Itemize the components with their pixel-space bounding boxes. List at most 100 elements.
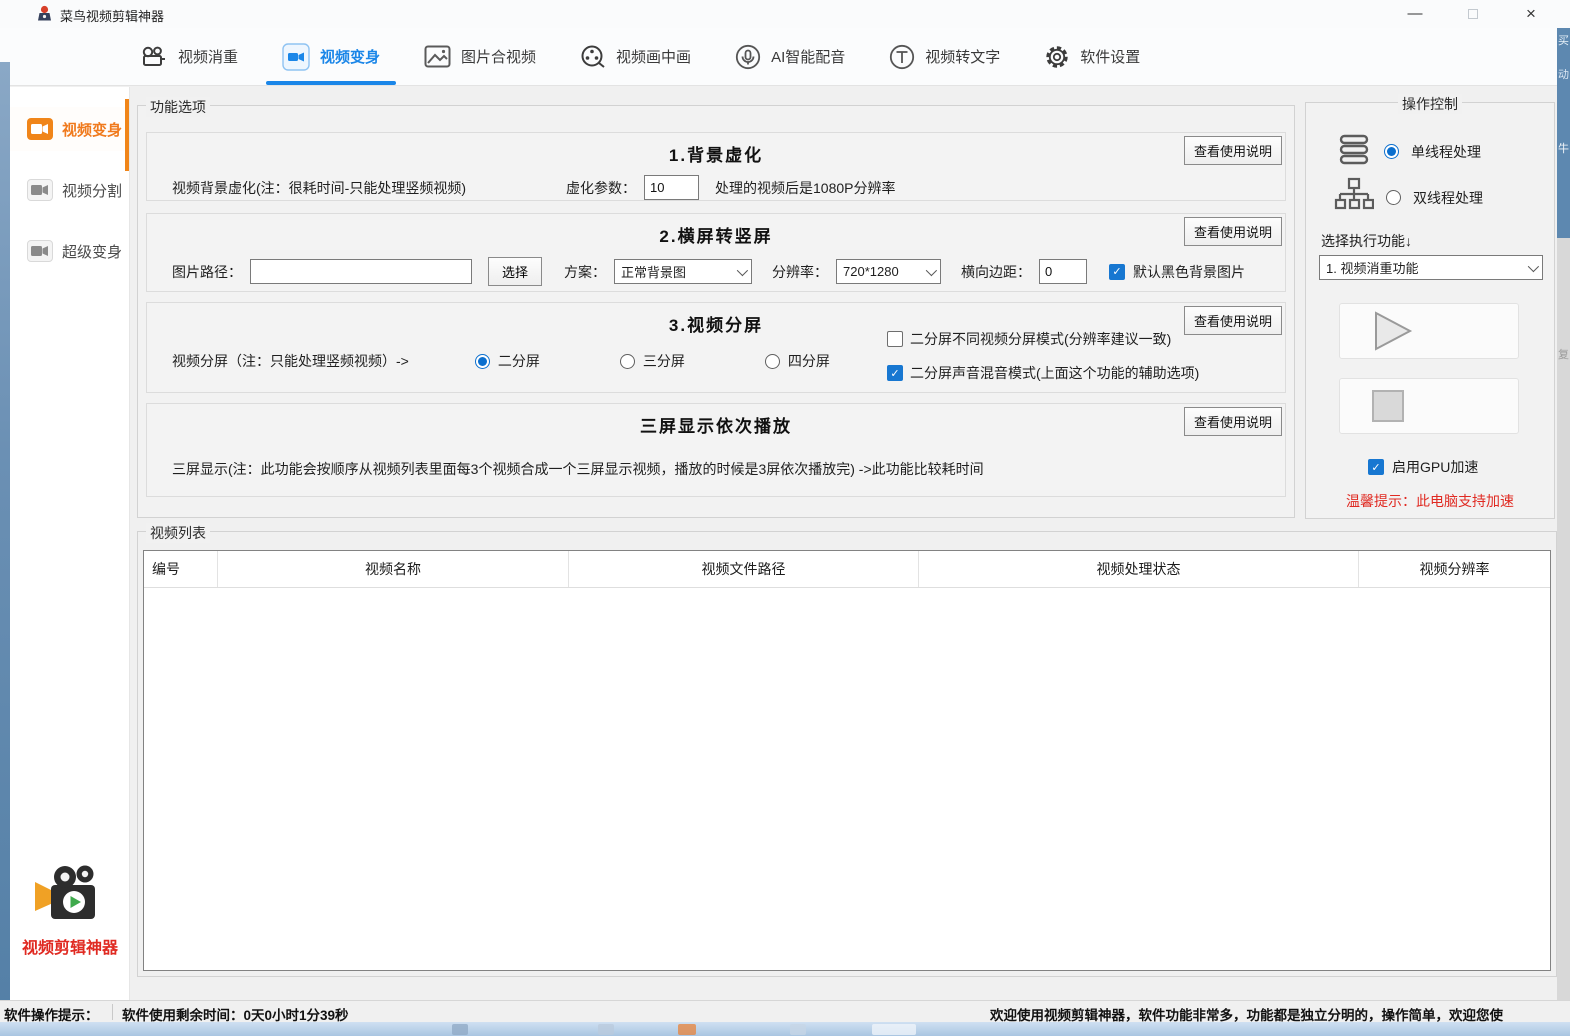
- resolution-label: 分辨率：: [772, 262, 828, 282]
- movie-camera-icon: [140, 45, 168, 69]
- margin-label: 横向边距：: [961, 262, 1031, 282]
- tab-video-transform[interactable]: 视频变身: [260, 29, 402, 85]
- letter-t-circle-icon: [889, 44, 915, 70]
- tab-video-dedup[interactable]: 视频消重: [118, 29, 260, 85]
- active-tab-underline: [266, 81, 396, 85]
- minimize-button[interactable]: —: [1392, 0, 1438, 28]
- tab-video-to-text[interactable]: 视频转文字: [867, 29, 1022, 85]
- help-button[interactable]: 查看使用说明: [1184, 217, 1282, 246]
- three-split-label: 三分屏: [643, 351, 685, 371]
- four-split-label: 四分屏: [788, 351, 830, 371]
- different-video-split-checkbox[interactable]: [887, 331, 903, 347]
- taskbar-icon: [790, 1024, 806, 1035]
- tab-ai-dubbing[interactable]: AI智能配音: [713, 29, 867, 85]
- chevron-down-icon: [737, 264, 748, 275]
- help-button[interactable]: 查看使用说明: [1184, 306, 1282, 335]
- desktop-left-edge: [0, 62, 10, 1036]
- splitscreen-note-label: 视频分屏（注：只能处理竖频视频）->: [172, 351, 409, 371]
- edge-text-fragment: 复: [1557, 346, 1570, 362]
- edge-text-fragment: 买: [1557, 32, 1570, 48]
- gpu-acceleration-label: 启用GPU加速: [1392, 457, 1478, 477]
- column-header-id[interactable]: 编号: [144, 551, 218, 587]
- triple-screen-note: 三屏显示(注：此功能会按顺序从视频列表里面每3个视频合成一个三屏显示视频，播放的…: [172, 459, 1285, 479]
- column-header-name[interactable]: 视频名称: [218, 551, 569, 587]
- feature-options-group: 功能选项 1.背景虚化 查看使用说明 视频背景虚化(注：很耗时间-只能处理竖频视…: [137, 105, 1295, 518]
- sidebar-item-super-transform[interactable]: 超级变身: [10, 229, 129, 273]
- group-label: 功能选项: [146, 97, 210, 117]
- help-button[interactable]: 查看使用说明: [1184, 136, 1282, 165]
- blur-note-label: 视频背景虚化(注：很耗时间-只能处理竖频视频): [172, 178, 466, 198]
- network-tree-icon: [1334, 177, 1374, 218]
- blur-param-input[interactable]: [644, 175, 699, 200]
- video-camera-icon: [27, 240, 53, 262]
- group-label: 视频列表: [146, 523, 210, 543]
- scheme-select[interactable]: 正常背景图: [614, 259, 752, 284]
- audio-mix-checkbox[interactable]: [887, 365, 903, 381]
- left-sidebar: 视频变身 视频分割 超级变身 视频剪辑神器: [10, 87, 130, 1000]
- taskbar-icon: [678, 1024, 696, 1035]
- two-split-label: 二分屏: [498, 351, 540, 371]
- scheme-label: 方案：: [564, 262, 606, 282]
- tab-label: 图片合视频: [461, 46, 536, 67]
- column-header-status[interactable]: 视频处理状态: [919, 551, 1359, 587]
- sidebar-item-label: 视频变身: [62, 119, 122, 140]
- gpu-acceleration-checkbox[interactable]: [1368, 459, 1384, 475]
- taskbar-icon: [452, 1024, 468, 1035]
- sidebar-item-label: 视频分割: [62, 180, 122, 201]
- column-header-path[interactable]: 视频文件路径: [569, 551, 919, 587]
- start-button[interactable]: [1339, 303, 1519, 359]
- image-path-label: 图片路径：: [172, 262, 242, 282]
- active-item-accent-bar: [125, 99, 129, 171]
- sidebar-item-label: 超级变身: [62, 241, 122, 262]
- tab-image-to-video[interactable]: 图片合视频: [402, 29, 558, 85]
- black-background-checkbox[interactable]: [1109, 264, 1125, 280]
- video-table-header: 编号 视频名称 视频文件路径 视频处理状态 视频分辨率: [144, 551, 1550, 588]
- video-camera-icon: [282, 43, 310, 71]
- blur-param-label: 虚化参数：: [566, 178, 636, 198]
- single-thread-radio[interactable]: [1384, 144, 1399, 159]
- gear-icon: [1044, 44, 1070, 70]
- play-icon: [1370, 310, 1416, 352]
- app-logo-block: 视频剪辑神器: [10, 865, 130, 958]
- tab-label: 视频变身: [320, 46, 380, 67]
- video-list-group: 视频列表 编号 视频名称 视频文件路径 视频处理状态 视频分辨率: [137, 531, 1557, 977]
- section-background-blur: 1.背景虚化 查看使用说明 视频背景虚化(注：很耗时间-只能处理竖频视频) 虚化…: [146, 132, 1286, 201]
- section-title: 1.背景虚化: [147, 141, 1285, 166]
- video-camera-icon: [27, 118, 53, 140]
- video-camera-icon: [27, 179, 53, 201]
- maximize-button[interactable]: [1450, 0, 1496, 28]
- black-background-label: 默认黑色背景图片: [1133, 262, 1245, 282]
- tab-video-pip[interactable]: 视频画中画: [558, 29, 713, 85]
- close-button[interactable]: ×: [1508, 0, 1554, 28]
- sidebar-item-video-transform[interactable]: 视频变身: [10, 107, 129, 151]
- three-split-radio[interactable]: [620, 354, 635, 369]
- section-landscape-to-portrait: 2.横屏转竖屏 查看使用说明 图片路径： 选择 方案： 正常背景图 分辨率： 7…: [146, 213, 1286, 292]
- status-welcome-text: 欢迎使用视频剪辑神器，软件功能非常多，功能都是独立分明的，操作简单，欢迎您使: [990, 1004, 1503, 1024]
- tab-label: AI智能配音: [771, 46, 845, 67]
- image-path-input[interactable]: [250, 259, 472, 284]
- tab-settings[interactable]: 软件设置: [1022, 29, 1162, 85]
- stop-button[interactable]: [1339, 378, 1519, 434]
- margin-input[interactable]: [1039, 259, 1087, 284]
- section-title: 2.横屏转竖屏: [147, 222, 1285, 247]
- dual-thread-label: 双线程处理: [1413, 188, 1483, 208]
- status-left-label: 软件操作提示：: [4, 1004, 99, 1024]
- two-split-radio[interactable]: [475, 354, 490, 369]
- status-remaining-time: 软件使用剩余时间：0天0小时1分39秒: [122, 1004, 349, 1024]
- column-header-resolution[interactable]: 视频分辨率: [1359, 551, 1550, 587]
- film-reel-icon: [580, 44, 606, 70]
- chevron-down-icon: [1528, 260, 1539, 271]
- execute-function-select[interactable]: 1. 视频消重功能: [1319, 255, 1543, 280]
- four-split-radio[interactable]: [765, 354, 780, 369]
- single-thread-label: 单线程处理: [1411, 142, 1481, 162]
- title-bar: 菜鸟视频剪辑神器 — ×: [0, 0, 1570, 28]
- resolution-select[interactable]: 720*1280: [836, 259, 941, 284]
- taskbar-icon: [598, 1024, 614, 1035]
- status-divider: [112, 1004, 113, 1020]
- help-button[interactable]: 查看使用说明: [1184, 407, 1282, 436]
- sidebar-item-video-split[interactable]: 视频分割: [10, 168, 129, 212]
- section-title: 三屏显示依次播放: [147, 412, 1285, 437]
- desktop-right-edge: 买 动 牛 复: [1557, 28, 1570, 1022]
- dual-thread-radio[interactable]: [1386, 190, 1401, 205]
- choose-button[interactable]: 选择: [488, 257, 542, 286]
